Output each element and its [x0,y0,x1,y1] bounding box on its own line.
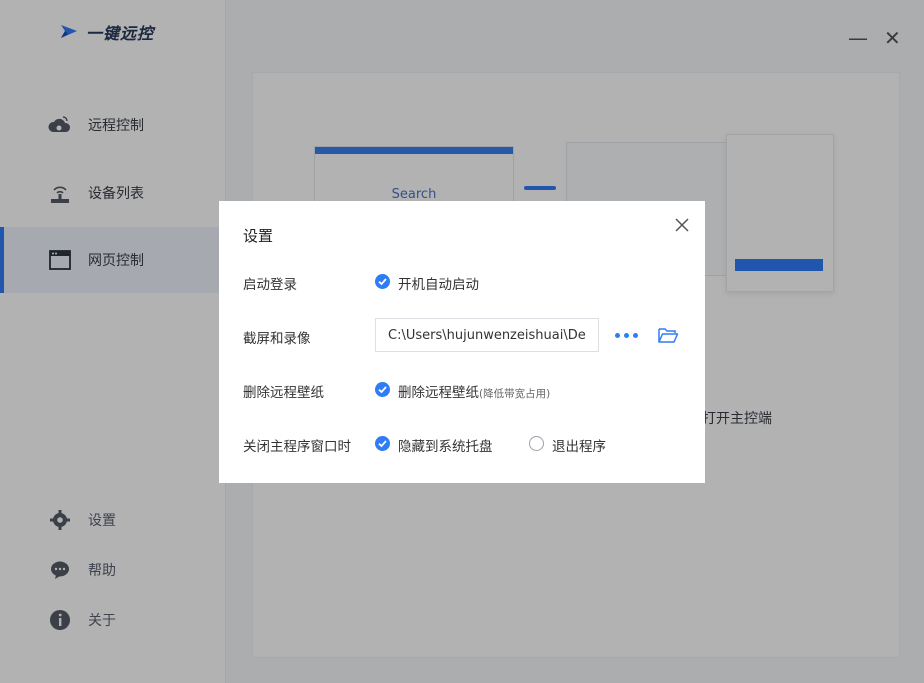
close-behavior-label: 关闭主程序窗口时 [243,439,351,455]
screenshot-label: 截屏和录像 [243,331,311,347]
settings-dialog: 设置 启动登录 开机自动启动 截屏和录像 删除远程壁纸 删除远程壁纸(降低带宽占… [219,201,705,483]
bandwidth-hint: (降低带宽占用) [479,388,551,400]
more-options-button[interactable] [615,329,641,341]
exit-program-label: 退出程序 [552,439,606,455]
close-icon[interactable] [673,216,691,234]
auto-start-checkbox[interactable] [375,274,390,289]
check-icon [378,386,387,394]
remove-wallpaper-option: 删除远程壁纸(降低带宽占用) [398,381,550,401]
auto-start-option-label: 开机自动启动 [398,277,479,293]
startup-label: 启动登录 [243,277,297,293]
dialog-title: 设置 [243,227,274,245]
folder-open-icon[interactable] [657,325,679,345]
remove-wallpaper-option-label: 删除远程壁纸 [398,385,479,401]
hide-to-tray-radio[interactable] [375,436,390,451]
hide-to-tray-label: 隐藏到系统托盘 [398,439,493,455]
check-icon [378,278,387,286]
remove-wallpaper-checkbox[interactable] [375,382,390,397]
exit-program-radio[interactable] [529,436,544,451]
screenshot-path-input[interactable] [375,318,599,352]
wallpaper-label: 删除远程壁纸 [243,385,324,401]
check-icon [378,440,387,448]
